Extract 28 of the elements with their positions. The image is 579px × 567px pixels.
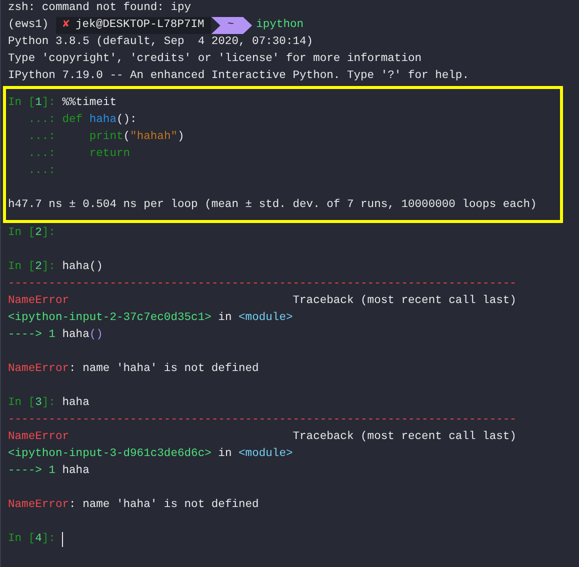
terminal-line: Type 'copyright', 'credits' or 'license' for more information bbox=[8, 52, 422, 67]
env-label: (ews1) bbox=[8, 18, 49, 33]
terminal-line: In [3]: haha bbox=[8, 396, 90, 411]
terminal-line: In [2]: bbox=[8, 226, 56, 241]
prompt-path-segment: ~ bbox=[211, 17, 252, 34]
terminal-line: ...: print("hahah") bbox=[27, 130, 184, 145]
terminal-line: zsh: command not found: ipy bbox=[8, 0, 192, 16]
terminal-line: ----> 1 haha() bbox=[8, 328, 103, 343]
terminal-line: NameError Traceback (most recent call last) bbox=[8, 430, 516, 445]
terminal-line: ...: def haha(): bbox=[27, 112, 137, 128]
terminal-line: <ipython-input-3-d961c3de6d6c> in <module> bbox=[8, 446, 293, 462]
terminal-line: <ipython-input-2-37c7ec0d35c1> in <module> bbox=[8, 310, 293, 326]
terminal-line: ----> 1 haha bbox=[8, 464, 90, 479]
terminal-line: ...: bbox=[27, 164, 56, 179]
command-text: ipython bbox=[256, 18, 304, 33]
terminal-line: In [2]: haha() bbox=[8, 260, 103, 275]
terminal-line: --------------------------------------------------------------------------- bbox=[8, 277, 516, 292]
terminal-line: --------------------------------------------------------------------------- bbox=[8, 413, 516, 428]
terminal-line: ...: return bbox=[27, 147, 130, 162]
terminal-line: NameError: name 'haha' is not defined bbox=[8, 498, 259, 513]
prompt-user-segment: ✘ jek@DESKTOP-L78P7IM bbox=[56, 17, 212, 34]
terminal-line: NameError Traceback (most recent call last) bbox=[8, 294, 516, 309]
terminal-line: h47.7 ns ± 0.504 ns per loop (mean ± std. dev. of 7 runs, 10000000 loops each) bbox=[8, 198, 537, 213]
terminal-line: NameError: name 'haha' is not defined bbox=[8, 362, 259, 377]
terminal-line: In [1]: %%timeit bbox=[8, 96, 116, 111]
terminal-line: Python 3.8.5 (default, Sep 4 2020, 07:30:14) bbox=[8, 34, 314, 50]
terminal-line: In [4]: bbox=[8, 532, 56, 547]
terminal-line: IPython 7.19.0 -- An enhanced Interactive Python. Type '?' for help. bbox=[8, 68, 469, 84]
